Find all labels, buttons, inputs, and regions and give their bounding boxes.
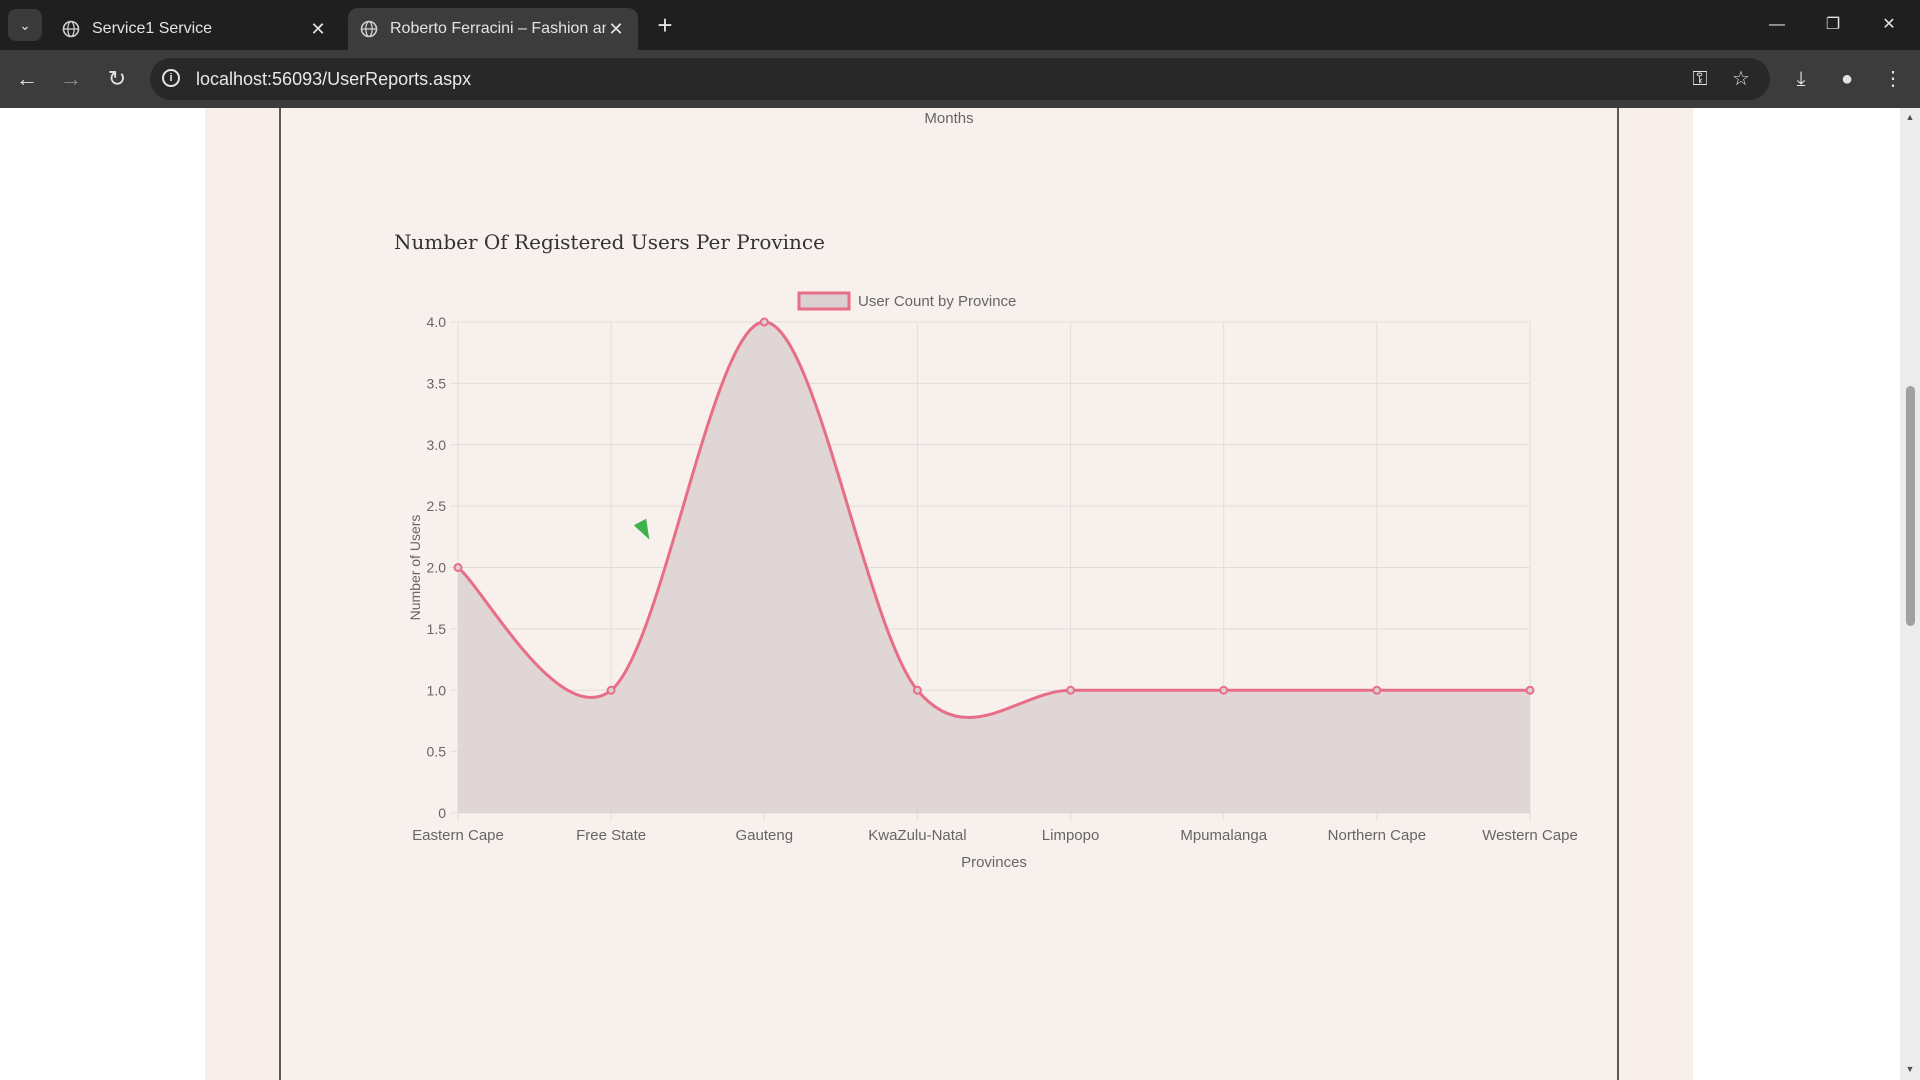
province-line-chart: 0 0.5 1.0 1.5 2.0 2.5 3.0 3.5 4.0 Eastern Cape Fre…	[407, 291, 1578, 871]
y-axis-title: Number of Users	[407, 515, 423, 621]
close-tab-icon[interactable]: ✕	[606, 19, 626, 40]
data-point	[1525, 685, 1535, 695]
series-line	[457, 320, 1530, 720]
x-tick-label: Northern Cape	[1328, 827, 1426, 844]
browser-tab-strip: ⌄ Service1 Service ✕ Roberto Ferracini –…	[0, 0, 1920, 50]
y-tick-label: 0	[438, 805, 446, 821]
globe-icon	[62, 20, 80, 38]
page-viewport: Months Number Of Registered Users Per Pr…	[0, 108, 1900, 1080]
restore-icon[interactable]: ❐	[1810, 10, 1856, 40]
reload-icon[interactable]: ↻	[102, 64, 132, 94]
menu-kebab-icon[interactable]: ⋮	[1880, 66, 1906, 92]
address-bar[interactable]: i localhost:56093/UserReports.aspx	[150, 58, 1770, 100]
x-tick-label: Mpumalanga	[1180, 827, 1267, 844]
y-tick-label: 0.5	[427, 744, 447, 760]
globe-icon	[360, 20, 378, 38]
close-window-icon[interactable]: ✕	[1866, 10, 1912, 40]
x-tick-label: Eastern Cape	[412, 827, 504, 844]
y-tick-label: 1.5	[427, 621, 447, 637]
y-tick-label: 3.0	[427, 437, 447, 453]
y-tick-label: 2.0	[427, 560, 447, 576]
data-point	[453, 563, 463, 572]
scroll-up-arrow-icon[interactable]: ▲	[1900, 112, 1920, 122]
x-tick-label: Free State	[576, 827, 646, 844]
data-point	[1219, 685, 1229, 695]
data-point	[606, 685, 616, 695]
browser-toolbar: ← → ↻ i localhost:56093/UserReports.aspx…	[0, 50, 1920, 108]
tab-title: Service1 Service	[92, 20, 213, 37]
data-point	[912, 685, 922, 695]
bookmark-star-icon[interactable]: ☆	[1728, 66, 1754, 92]
x-axis-title: Provinces	[961, 854, 1027, 871]
site-info-icon[interactable]: i	[162, 69, 180, 87]
scroll-thumb[interactable]	[1906, 386, 1915, 626]
forward-arrow-icon[interactable]: →	[56, 64, 86, 94]
y-tick-label: 1.0	[427, 682, 447, 698]
download-icon[interactable]: ⤓	[1788, 66, 1814, 92]
profile-avatar-icon[interactable]: ●	[1834, 66, 1860, 92]
browser-tab-service1[interactable]: Service1 Service ✕	[50, 8, 340, 50]
url-text[interactable]: localhost:56093/UserReports.aspx	[196, 69, 471, 90]
legend-label: User Count by Province	[858, 293, 1016, 310]
browser-tab-roberto-ferracini[interactable]: Roberto Ferracini – Fashion and ✕	[348, 8, 638, 50]
data-point	[759, 317, 769, 327]
back-arrow-icon[interactable]: ←	[12, 64, 42, 94]
page-scrollbar[interactable]: ▲ ▼	[1900, 108, 1920, 1080]
tab-search-chevron-icon[interactable]: ⌄	[8, 9, 42, 41]
legend-swatch	[797, 291, 851, 311]
report-card: Months Number Of Registered Users Per Pr…	[279, 108, 1619, 1080]
close-tab-icon[interactable]: ✕	[308, 19, 328, 40]
scroll-down-arrow-icon[interactable]: ▼	[1900, 1064, 1920, 1074]
minimize-icon[interactable]: —	[1754, 10, 1800, 40]
y-tick-label: 3.5	[427, 375, 447, 391]
x-tick-label: Limpopo	[1042, 827, 1100, 844]
x-tick-label: KwaZulu-Natal	[868, 827, 966, 844]
y-tick-label: 4.0	[427, 314, 447, 330]
data-point	[1372, 685, 1382, 695]
x-tick-label: Western Cape	[1482, 827, 1578, 844]
x-tick-label: Gauteng	[736, 827, 794, 844]
tab-title: Roberto Ferracini – Fashion and	[390, 20, 606, 37]
key-icon[interactable]: ⚿	[1687, 66, 1713, 92]
y-tick-label: 2.5	[427, 498, 447, 514]
new-tab-plus-icon[interactable]: +	[650, 10, 680, 40]
data-point	[1066, 685, 1076, 695]
